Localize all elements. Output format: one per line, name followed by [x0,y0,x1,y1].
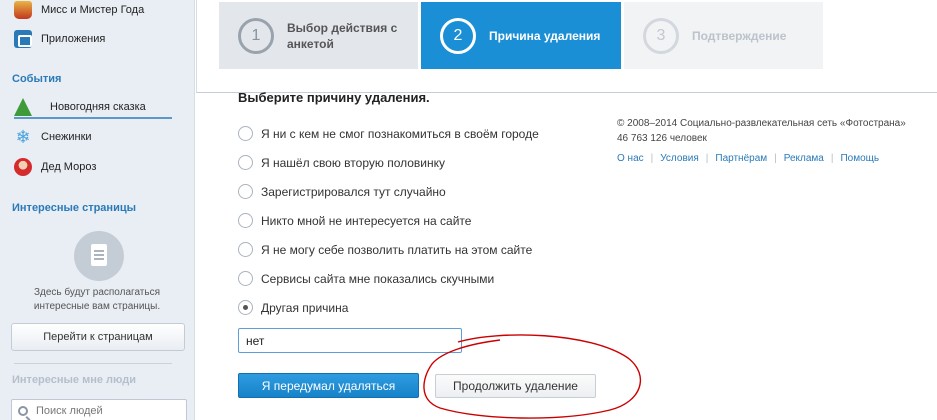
reason-label: Другая причина [261,300,349,315]
step-label: Подтверждение [692,28,787,43]
sidebar-item-new-year-tale[interactable]: Новогодняя сказка [14,97,146,117]
people-search [11,399,187,420]
step-number: 2 [440,17,476,54]
radio-button[interactable] [238,271,253,286]
snowflake-icon: ❄ [15,127,31,147]
radio-button[interactable] [238,155,253,170]
step-number: 3 [643,17,679,54]
step-choose-action: 1 Выбор действия с анкетой [219,2,418,69]
other-reason-input[interactable] [238,328,462,353]
people-search-input[interactable] [36,405,176,417]
footer-links: О нас | Условия | Партнёрам | Реклама | … [617,153,880,164]
link-terms[interactable]: Условия [660,153,699,164]
step-label: Причина удаления [489,28,601,43]
link-about[interactable]: О нас [617,153,644,164]
interesting-pages-note: Здесь будут располагаться интересные вам… [33,287,161,312]
divider [14,363,172,364]
reason-option[interactable]: Зарегистрировался тут случайно [238,184,446,199]
reason-option[interactable]: Я не могу себе позволить платить на этом… [238,242,532,257]
radio-button[interactable] [238,126,253,141]
step-deletion-reason: 2 Причина удаления [421,2,621,69]
step-label: Выбор действия с анкетой [287,20,398,51]
reason-label: Сервисы сайта мне показались скучными [261,271,495,286]
users-count: 46 763 126 человек [617,133,707,144]
copyright-text: © 2008–2014 Социально-развлекательная се… [617,118,906,129]
crown-icon [14,1,32,19]
radio-button[interactable] [238,242,253,257]
radio-button[interactable] [238,213,253,228]
form-title: Выберите причину удаления. [238,90,430,105]
reason-option-other[interactable]: Другая причина [238,300,348,315]
cancel-deletion-button[interactable]: Я передумал удаляться [238,373,419,398]
search-icon [18,406,28,416]
link-ads[interactable]: Реклама [784,153,824,164]
reason-option[interactable]: Я ни с кем не смог познакомиться в своём… [238,126,539,141]
reason-option[interactable]: Я нашёл свою вторую половинку [238,155,445,170]
active-underline [14,117,172,119]
step-number: 1 [238,17,274,54]
sidebar-item-apps[interactable]: Приложения [14,29,105,49]
interesting-people-heading: Интересные мне люди [12,374,137,386]
reason-option[interactable]: Никто мной не интересуется на сайте [238,213,471,228]
santa-icon [14,158,32,176]
sidebar-item-santa[interactable]: Дед Мороз [14,157,96,177]
sidebar-item-snowflakes[interactable]: ❄ Снежинки [14,127,92,147]
reason-label: Я не могу себе позволить платить на этом… [261,242,533,257]
go-to-pages-button[interactable]: Перейти к страницам [11,323,185,351]
reason-label: Никто мной не интересуется на сайте [261,213,472,228]
apps-icon [14,30,32,48]
document-icon [74,231,124,281]
sidebar: Мисс и Мистер Года Приложения События Но… [0,0,195,420]
copyright-block: © 2008–2014 Социально-развлекательная се… [617,116,937,146]
link-help[interactable]: Помощь [840,153,879,164]
sidebar-item-label: Мисс и Мистер Года [41,4,145,16]
steps-panel: 1 Выбор действия с анкетой 2 Причина уда… [196,0,937,93]
sidebar-item-label: Дед Мороз [41,161,97,173]
radio-button[interactable] [238,184,253,199]
events-heading: События [12,73,62,85]
reason-label: Зарегистрировался тут случайно [261,184,446,199]
reason-label: Я ни с кем не смог познакомиться в своём… [261,126,539,141]
radio-button-checked[interactable] [238,300,253,315]
interesting-pages-heading: Интересные страницы [12,202,136,214]
reason-label: Я нашёл свою вторую половинку [261,155,446,170]
link-partners[interactable]: Партнёрам [715,153,767,164]
continue-deletion-button[interactable]: Продолжить удаление [435,374,596,398]
sidebar-item-label: Приложения [41,33,106,45]
reason-option[interactable]: Сервисы сайта мне показались скучными [238,271,494,286]
sidebar-item-label: Снежинки [41,131,92,143]
step-confirmation: 3 Подтверждение [624,2,823,69]
sidebar-item-miss-mister[interactable]: Мисс и Мистер Года [14,0,144,20]
sidebar-item-label: Новогодняя сказка [50,101,146,113]
christmas-tree-icon [14,98,32,116]
